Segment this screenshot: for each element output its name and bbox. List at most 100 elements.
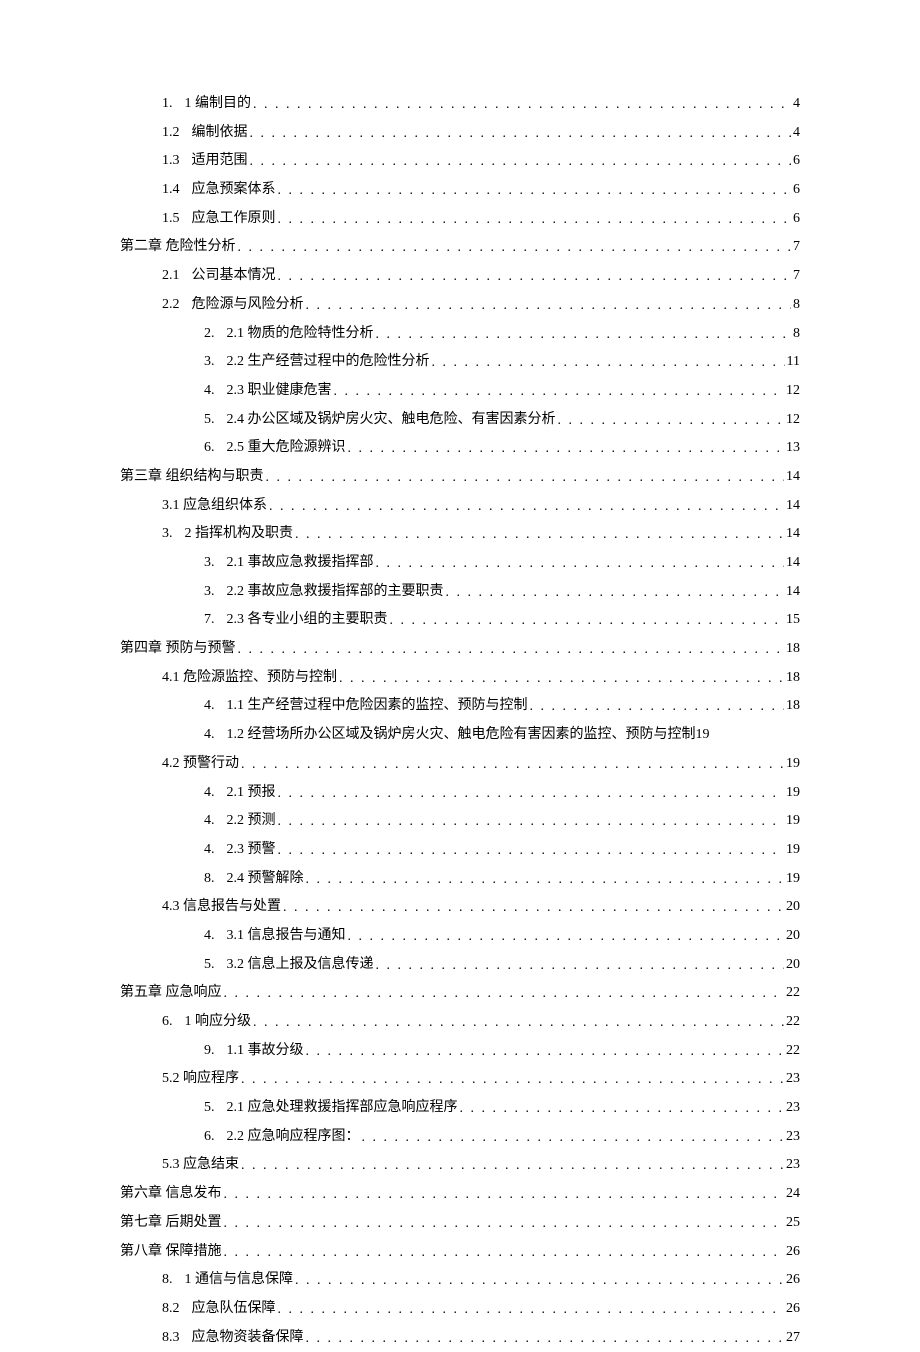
toc-entry: 第二章 危险性分析 7 [120, 233, 800, 262]
toc-entry-label: 第四章 预防与预警 [120, 635, 236, 664]
toc-entry-label: 3. 2 指挥机构及职责 [162, 520, 293, 549]
table-of-contents: 1.1 编制目的 41.2编制依据 41.3适用范围 61.4应急预案体系 61… [120, 90, 800, 1352]
toc-entry-label: 1. 1 编制目的 [162, 90, 251, 119]
toc-entry-text: 2.3 各专业小组的主要职责 [227, 612, 388, 627]
toc-entry-text: 1.1 生产经营过程中危险因素的监控、预防与控制 [227, 698, 528, 713]
toc-entry-number: 5. [204, 957, 215, 972]
toc-entry-text: 5.2 响应程序 [162, 1071, 239, 1086]
toc-entry: 6.2.5 重大危险源辨识 13 [120, 434, 800, 463]
toc-entry-label: 3.2.2 生产经营过程中的危险性分析 [204, 348, 430, 377]
toc-entry-text: 2.1 物质的危险特性分析 [227, 326, 374, 341]
toc-entry: 1.4应急预案体系 6 [120, 176, 800, 205]
toc-entry-page: 12 [786, 377, 800, 406]
toc-leader-dots [334, 378, 785, 406]
toc-entry-label: 5.3.2 信息上报及信息传递 [204, 951, 374, 980]
toc-entry-text: 2.2 事故应急救援指挥部的主要职责 [227, 584, 444, 599]
toc-entry-page: 6 [793, 176, 800, 205]
toc-entry-page: 7 [793, 262, 800, 291]
toc-leader-dots [306, 1038, 785, 1066]
toc-entry: 第七章 后期处置 25 [120, 1209, 800, 1238]
toc-entry-page: 18 [786, 692, 800, 721]
toc-entry-page: 8 [793, 320, 800, 349]
toc-entry-text: 第八章 保障措施 [120, 1244, 222, 1259]
toc-entry-number: 8.2 [162, 1301, 180, 1316]
toc-leader-dots [283, 894, 784, 922]
toc-entry: 2.2.1 物质的危险特性分析 8 [120, 320, 800, 349]
toc-entry-page: 15 [786, 606, 800, 635]
toc-entry-page: 6 [793, 147, 800, 176]
toc-entry-label: 第三章 组织结构与职责 [120, 463, 264, 492]
toc-entry-label: 4.1.2 经营场所办公区域及锅炉房火灾、触电危险有害因素的监控、预防与控制 [204, 721, 696, 750]
toc-entry-text: 第五章 应急响应 [120, 985, 222, 1000]
toc-entry-page: 19 [786, 836, 800, 865]
toc-entry-number: 1. [162, 96, 173, 111]
toc-leader-dots [362, 1124, 785, 1152]
toc-entry: 3.2.2 事故应急救援指挥部的主要职责 14 [120, 578, 800, 607]
toc-leader-dots [241, 1152, 784, 1180]
toc-entry: 第三章 组织结构与职责 14 [120, 463, 800, 492]
toc-leader-dots [348, 923, 785, 951]
toc-entry-page: 23 [786, 1065, 800, 1094]
toc-entry-label: 2.1公司基本情况 [162, 262, 276, 291]
toc-entry-label: 6.1 响应分级 [162, 1008, 251, 1037]
toc-entry-number: 8. [162, 1272, 173, 1287]
toc-leader-dots [306, 866, 785, 894]
toc-entry-page: 19 [696, 721, 710, 750]
toc-entry-text: 1.1 事故分级 [227, 1043, 304, 1058]
toc-entry-label: 4.3.1 信息报告与通知 [204, 922, 346, 951]
toc-leader-dots [224, 1181, 785, 1209]
toc-entry-text: 2.4 办公区域及锅炉房火灾、触电危险、有害因素分析 [227, 412, 556, 427]
toc-entry-label: 3.1 应急组织体系 [162, 492, 267, 521]
toc-entry-page: 20 [786, 893, 800, 922]
toc-entry-text: 第七章 后期处置 [120, 1215, 222, 1230]
toc-entry: 8.2应急队伍保障 26 [120, 1295, 800, 1324]
toc-entry: 4.2 预警行动 19 [120, 750, 800, 779]
toc-entry: 1.5应急工作原则 6 [120, 205, 800, 234]
toc-entry-page: 23 [786, 1123, 800, 1152]
toc-leader-dots [238, 636, 785, 664]
toc-entry-text: 第二章 危险性分析 [120, 239, 236, 254]
toc-entry-page: 14 [786, 578, 800, 607]
toc-entry-label: 5.3 应急结束 [162, 1151, 239, 1180]
toc-entry-page: 26 [786, 1295, 800, 1324]
toc-entry-label: 4.2 预警行动 [162, 750, 239, 779]
toc-entry-text: 2 指挥机构及职责 [185, 526, 294, 541]
toc-entry-number: 5. [204, 1100, 215, 1115]
toc-entry-text: 1 编制目的 [185, 96, 252, 111]
toc-entry-page: 11 [787, 348, 800, 377]
toc-leader-dots [253, 91, 791, 119]
toc-entry: 2.2危险源与风险分析 8 [120, 291, 800, 320]
toc-entry-page: 23 [786, 1151, 800, 1180]
toc-entry-page: 14 [786, 463, 800, 492]
toc-entry-page: 19 [786, 807, 800, 836]
toc-entry-text: 2.2 应急响应程序图： [227, 1129, 360, 1144]
toc-entry: 第八章 保障措施 26 [120, 1238, 800, 1267]
toc-entry-page: 8 [793, 291, 800, 320]
toc-entry-text: 编制依据 [192, 125, 248, 140]
toc-leader-dots [306, 292, 792, 320]
toc-leader-dots [460, 1095, 785, 1123]
toc-entry-label: 5.2.4 办公区域及锅炉房火灾、触电危险、有害因素分析 [204, 406, 556, 435]
toc-entry-text: 应急预案体系 [192, 182, 276, 197]
toc-entry: 8.1 通信与信息保障 26 [120, 1266, 800, 1295]
toc-entry-page: 13 [786, 434, 800, 463]
toc-entry-text: 2.1 预报 [227, 785, 276, 800]
toc-entry: 4.1.2 经营场所办公区域及锅炉房火灾、触电危险有害因素的监控、预防与控制 1… [120, 721, 800, 750]
toc-entry-label: 1.3适用范围 [162, 147, 248, 176]
toc-leader-dots [266, 464, 785, 492]
toc-entry-text: 4.3 信息报告与处置 [162, 899, 281, 914]
toc-entry-number: 7. [204, 612, 215, 627]
toc-entry-text: 2.2 生产经营过程中的危险性分析 [227, 354, 430, 369]
toc-entry: 4.2.2 预测 19 [120, 807, 800, 836]
toc-entry: 7. 2.3 各专业小组的主要职责 15 [120, 606, 800, 635]
toc-entry: 3.1 应急组织体系 14 [120, 492, 800, 521]
toc-entry: 4.1.1 生产经营过程中危险因素的监控、预防与控制 18 [120, 692, 800, 721]
toc-leader-dots [278, 263, 792, 291]
toc-entry: 4.3 信息报告与处置 20 [120, 893, 800, 922]
toc-entry-page: 25 [786, 1209, 800, 1238]
toc-entry-number: 3. [162, 526, 173, 541]
toc-entry-page: 14 [786, 492, 800, 521]
toc-entry-page: 4 [793, 119, 800, 148]
toc-entry-text: 第四章 预防与预警 [120, 641, 236, 656]
toc-leader-dots [339, 665, 784, 693]
